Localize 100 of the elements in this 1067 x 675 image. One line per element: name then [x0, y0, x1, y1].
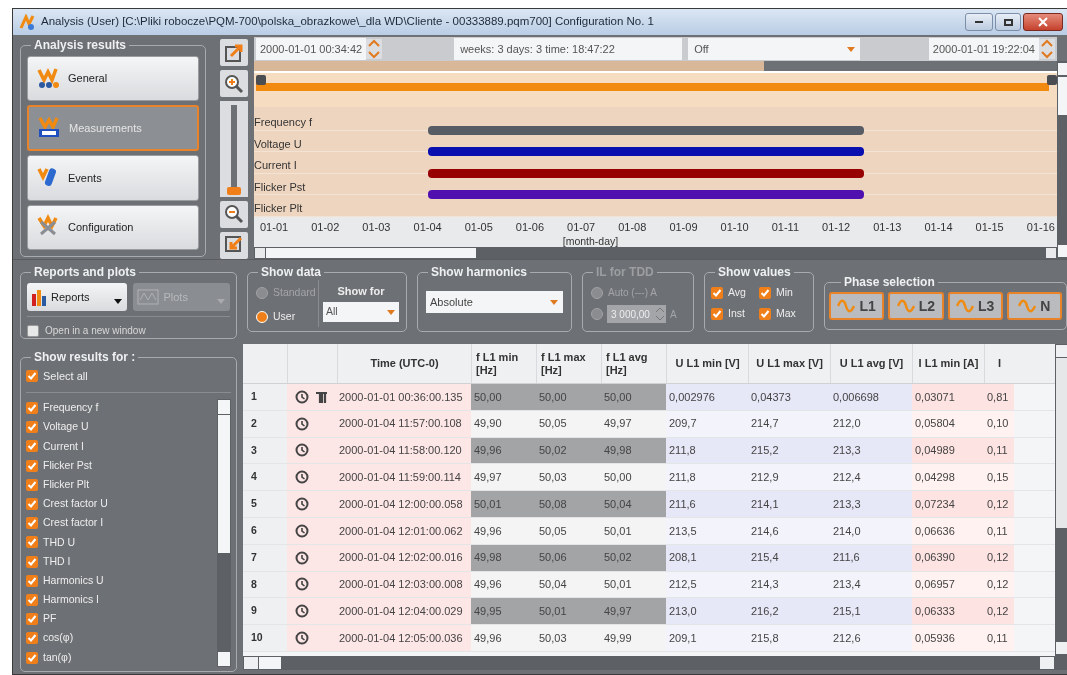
series-label: Frequency f — [254, 115, 313, 131]
checkbox-label: cos(φ) — [43, 630, 74, 646]
phase-button[interactable]: L1 — [829, 292, 885, 320]
vertical-scrollbar[interactable] — [1055, 344, 1067, 670]
checkbox[interactable] — [26, 536, 38, 549]
export-button[interactable] — [220, 39, 248, 67]
column-header[interactable]: I — [984, 344, 1014, 383]
column-header[interactable]: I L1 min [A] — [912, 344, 984, 383]
harmonics-dropdown[interactable]: Absolute — [426, 291, 563, 313]
row-header[interactable]: 5 — [243, 491, 287, 517]
phase-button[interactable]: L3 — [947, 292, 1003, 320]
row-header[interactable]: 7 — [243, 544, 287, 571]
table-cell: 0,11 — [984, 437, 1014, 464]
zoom-out-icon — [224, 204, 244, 225]
zoom-in-button[interactable] — [220, 70, 248, 98]
close-button[interactable] — [1023, 13, 1063, 31]
start-date-field[interactable]: 2000-01-01 00:34:42 — [256, 38, 367, 60]
start-marker-icon — [256, 75, 266, 85]
series-label: Flicker Pst — [254, 179, 306, 195]
series-label: Voltage U — [254, 136, 302, 152]
field-label: Show for — [337, 284, 385, 299]
horizontal-scrollbar[interactable] — [254, 247, 1057, 259]
nav-button[interactable]: Events — [27, 155, 199, 201]
checkbox[interactable] — [26, 370, 38, 383]
mode-dropdown[interactable]: Off — [688, 38, 861, 60]
row-header[interactable]: 10 — [243, 625, 287, 651]
checkbox[interactable] — [711, 307, 723, 320]
checkbox[interactable] — [26, 402, 38, 415]
checkbox[interactable] — [26, 421, 38, 434]
table-cell: 50,00 — [536, 384, 601, 410]
column-header[interactable]: U L1 avg [V] — [830, 344, 912, 383]
nav-button[interactable]: General — [27, 56, 199, 102]
series-label: Flicker Plt — [254, 201, 303, 217]
checkbox-label: Avg — [728, 285, 746, 300]
show-for-dropdown[interactable]: All — [323, 301, 399, 322]
table-cell: 211,6 — [830, 544, 912, 571]
table-cell: 2000-01-04 12:02:00.016 — [337, 544, 471, 571]
zoom-out-button[interactable] — [220, 200, 248, 228]
checkbox[interactable] — [26, 651, 38, 664]
axis-title: [month-day] — [562, 233, 619, 249]
row-header[interactable]: 6 — [243, 518, 287, 544]
checkbox-label: PF — [43, 611, 57, 627]
column-header[interactable]: f L1 min [Hz] — [471, 344, 536, 383]
row-header[interactable]: 1 — [243, 384, 287, 410]
vertical-scrollbar[interactable] — [1057, 61, 1067, 259]
row-header[interactable]: 9 — [243, 598, 287, 625]
nav-button[interactable]: Configuration — [27, 204, 199, 250]
checkbox[interactable] — [759, 307, 771, 320]
caret-icon — [113, 297, 124, 305]
checkbox-label: Frequency f — [43, 400, 99, 416]
sine-wave-icon — [1018, 299, 1037, 313]
table-cell: 212,4 — [830, 464, 912, 491]
checkbox[interactable] — [26, 459, 38, 472]
checkbox[interactable] — [26, 440, 38, 453]
checkbox[interactable] — [26, 574, 38, 587]
import-button[interactable] — [220, 231, 248, 259]
checkbox[interactable] — [26, 555, 38, 568]
checkbox[interactable] — [711, 286, 723, 299]
checkbox-label: Crest factor I — [43, 515, 104, 531]
phase-button[interactable]: L2 — [888, 292, 944, 320]
row-header[interactable]: 3 — [243, 437, 287, 464]
bar-chart-icon — [31, 288, 47, 306]
checkbox[interactable] — [26, 632, 38, 645]
export-icon — [224, 42, 244, 63]
column-header[interactable]: f L1 max [Hz] — [536, 344, 601, 383]
column-header[interactable]: U L1 max [V] — [748, 344, 830, 383]
vertical-scrollbar[interactable] — [217, 398, 231, 668]
checkbox[interactable] — [26, 478, 38, 491]
minimize-button[interactable] — [965, 13, 993, 31]
horizontal-scrollbar[interactable] — [243, 656, 1055, 670]
table-cell: 2000-01-04 12:01:00.062 — [337, 518, 471, 544]
table-cell: 50,06 — [536, 544, 601, 571]
table-cell: 209,7 — [666, 410, 748, 437]
row-header[interactable]: 4 — [243, 464, 287, 491]
checkbox[interactable] — [27, 324, 39, 337]
axis-label: 01-06 — [515, 220, 544, 235]
table-cell: 0,10 — [984, 410, 1014, 437]
row-header[interactable]: 8 — [243, 571, 287, 598]
checkbox[interactable] — [26, 593, 38, 606]
maximize-button[interactable] — [995, 13, 1021, 31]
phase-button[interactable]: N — [1006, 292, 1062, 320]
row-header[interactable]: 2 — [243, 410, 287, 437]
table-cell: 50,01 — [536, 598, 601, 625]
table-cell: 215,4 — [748, 544, 830, 571]
checkbox[interactable] — [26, 613, 38, 626]
table-cell: 49,98 — [471, 544, 536, 571]
column-header[interactable]: f L1 avg [Hz] — [601, 344, 666, 383]
end-date-field[interactable]: 2000-01-01 19:22:04 — [928, 38, 1039, 60]
table-cell: 0,03071 — [912, 384, 984, 410]
sine-wave-icon — [955, 299, 974, 313]
table-cell: 212,6 — [830, 625, 912, 651]
checkbox[interactable] — [26, 498, 38, 511]
axis-label: 01-11 — [771, 220, 800, 235]
column-header[interactable]: U L1 min [V] — [666, 344, 748, 383]
reports-button[interactable]: Reports — [27, 283, 128, 311]
zoom-slider-thumb[interactable] — [227, 187, 241, 196]
checkbox[interactable] — [26, 517, 38, 530]
checkbox[interactable] — [759, 286, 771, 299]
table-cell: 0,05804 — [912, 410, 984, 437]
column-header[interactable]: Time (UTC-0) — [337, 344, 471, 383]
